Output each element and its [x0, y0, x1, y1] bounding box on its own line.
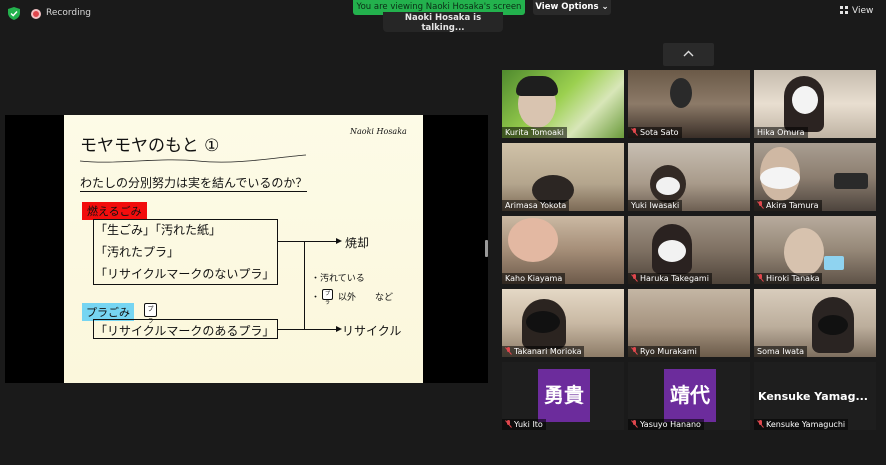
participant-name: Yasuyo Hanano	[628, 419, 704, 430]
participant-tile[interactable]: Takanari Morioka	[502, 289, 624, 357]
participant-name: Arimasa Yokota	[502, 200, 570, 211]
participant-tile[interactable]: Arimasa Yokota	[502, 143, 624, 211]
recycle-label: リサイクル	[342, 324, 402, 338]
slide-author: Naoki Hosaka	[350, 127, 407, 136]
participant-tile[interactable]: Kurita Tomoaki	[502, 70, 624, 138]
participant-tile[interactable]: Ryo Murakami	[628, 289, 750, 357]
participant-name: Kaho Kiayama	[502, 273, 566, 284]
video-feed	[792, 86, 818, 114]
mic-muted-icon	[631, 128, 638, 136]
video-feed	[834, 173, 868, 189]
connector	[304, 241, 305, 330]
participant-tile[interactable]: Soma Iwata	[754, 289, 876, 357]
arrow-icon	[336, 238, 342, 244]
participant-tile[interactable]: Kensuke Yamag... Kensuke Yamaguchi	[754, 362, 876, 430]
participant-name: Kensuke Yamaguchi	[754, 419, 849, 430]
view-options-button[interactable]: View Options ⌄	[533, 0, 611, 15]
title-underline	[79, 154, 307, 163]
mic-muted-icon	[505, 347, 512, 355]
note-etc: など	[375, 293, 394, 303]
video-feed	[784, 228, 824, 276]
participant-tile[interactable]: Hika Omura	[754, 70, 876, 138]
split-resize-handle[interactable]	[485, 240, 488, 257]
participant-name: Yuki Ito	[502, 419, 546, 430]
view-options-label: View Options	[535, 2, 599, 12]
mic-muted-icon	[757, 201, 764, 209]
mic-muted-icon	[757, 420, 764, 428]
recording-icon	[31, 9, 41, 19]
plastic-recycle-icon: プラ	[322, 289, 333, 306]
note-except: 以外	[338, 293, 357, 303]
burnable-tag: 燃えるごみ	[82, 202, 147, 220]
participant-tile[interactable]: 靖代 Yasuyo Hanano	[628, 362, 750, 430]
connector	[278, 241, 304, 242]
note-dirty: ・汚れている	[311, 274, 365, 284]
mic-muted-icon	[631, 420, 638, 428]
participant-name: Kurita Tomoaki	[502, 127, 567, 138]
participant-tile[interactable]: Haruka Takegami	[628, 216, 750, 284]
view-label: View	[852, 6, 874, 16]
participant-name: Haruka Takegami	[628, 273, 712, 284]
mic-muted-icon	[631, 347, 638, 355]
participant-name: Ryo Murakami	[628, 346, 700, 357]
video-feed	[526, 311, 560, 333]
mic-muted-icon	[505, 420, 512, 428]
slide-subtitle: わたしの分別努力は実を結んでいるのか？	[80, 176, 308, 192]
burnable-line-2: 「汚れたプラ」	[95, 245, 180, 259]
chevron-down-icon: ⌄	[601, 2, 609, 12]
talking-indicator: Naoki Hosaka is talking...	[383, 12, 503, 33]
participant-tile[interactable]: Akira Tamura	[754, 143, 876, 211]
burnable-line-1: 「生ごみ」「汚れた紙」	[95, 223, 222, 237]
video-feed	[760, 167, 800, 189]
participant-name: Akira Tamura	[754, 200, 822, 211]
participant-tile[interactable]: Hiroki Tanaka	[754, 216, 876, 284]
connector	[278, 329, 338, 330]
video-feed	[670, 78, 692, 108]
meeting-top-bar: Recording You are viewing Naoki Hosaka's…	[0, 0, 886, 33]
avatar: 勇貴	[538, 369, 590, 422]
chevron-up-icon	[683, 50, 694, 57]
participant-tile[interactable]: Sota Sato	[628, 70, 750, 138]
view-button[interactable]: View	[840, 6, 873, 16]
participant-name: Hiroki Tanaka	[754, 273, 823, 284]
mic-muted-icon	[757, 274, 764, 282]
participant-name: Hika Omura	[754, 127, 808, 138]
video-feed	[508, 218, 558, 262]
collapse-gallery-button[interactable]	[663, 43, 714, 66]
participant-name: Sota Sato	[628, 127, 682, 138]
connector	[304, 241, 338, 242]
video-feed	[824, 256, 844, 270]
participant-tile[interactable]: Kaho Kiayama	[502, 216, 624, 284]
participant-name: Soma Iwata	[754, 346, 808, 357]
grid-icon	[840, 6, 848, 14]
note-bullet: ・	[311, 293, 321, 303]
plastic-recycle-icon: プラ	[144, 303, 157, 325]
participant-name: Takanari Morioka	[502, 346, 585, 357]
plastic-line-1: 「リサイクルマークのあるプラ」	[95, 324, 275, 338]
presentation-slide: モヤモヤのもと ① Naoki Hosaka わたしの分別努力は実を結んでいるの…	[64, 115, 423, 383]
participant-name-display: Kensuke Yamag...	[758, 390, 868, 403]
participant-tile[interactable]: 勇貴 Yuki Ito	[502, 362, 624, 430]
video-feed	[818, 315, 848, 335]
video-feed	[516, 76, 558, 96]
shield-check-icon[interactable]	[8, 7, 20, 20]
incineration-label: 焼却	[345, 236, 370, 250]
recording-label: Recording	[46, 8, 92, 18]
video-feed	[656, 177, 680, 195]
avatar: 靖代	[664, 369, 716, 422]
participant-tile[interactable]: Yuki Iwasaki	[628, 143, 750, 211]
video-feed	[658, 240, 686, 262]
burnable-line-3: 「リサイクルマークのないプラ」	[95, 267, 275, 281]
mic-muted-icon	[631, 274, 638, 282]
participant-name: Yuki Iwasaki	[628, 200, 683, 211]
